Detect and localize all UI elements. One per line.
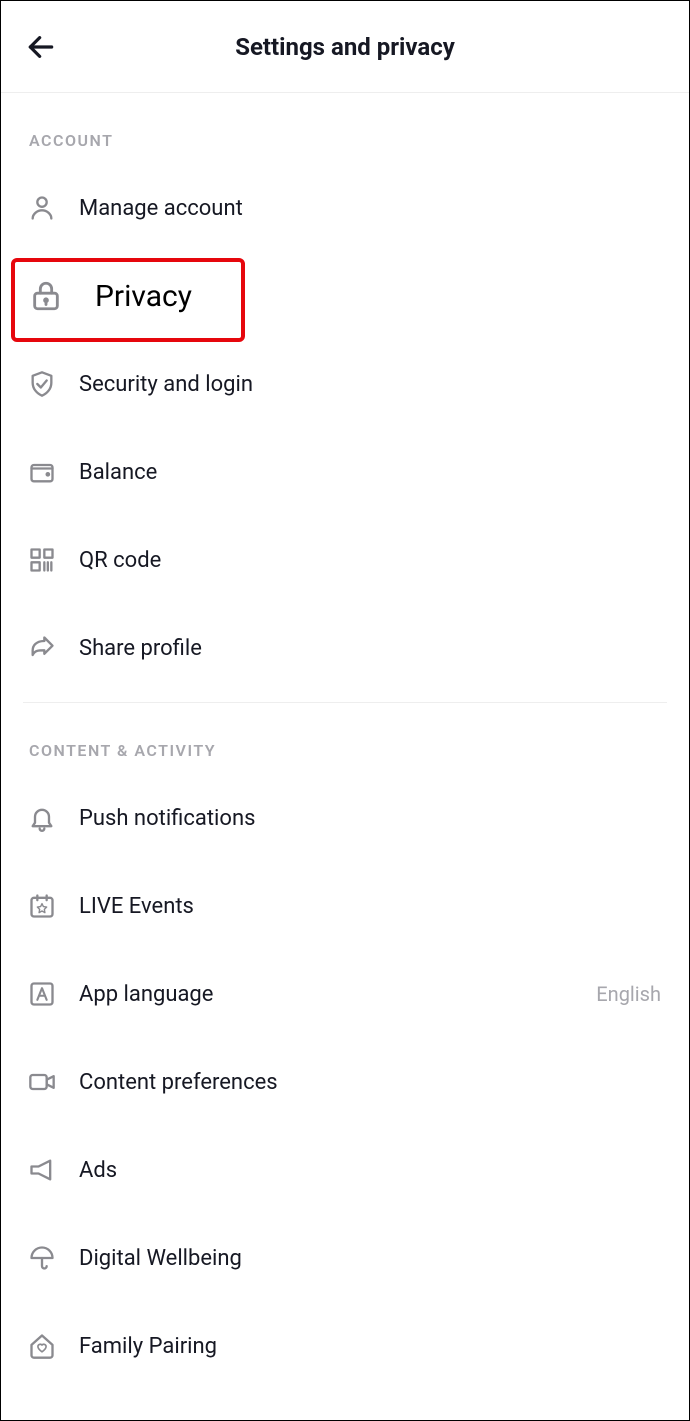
item-share-profile[interactable]: Share profile — [23, 604, 667, 692]
megaphone-icon — [27, 1155, 57, 1185]
item-app-language[interactable]: App language English — [23, 950, 667, 1038]
back-button[interactable] — [23, 29, 59, 65]
language-a-icon — [27, 979, 57, 1009]
item-privacy[interactable]: Privacy — [23, 252, 667, 340]
label-ads: Ads — [79, 1158, 667, 1183]
label-share-profile: Share profile — [79, 636, 667, 661]
label-privacy: Privacy — [95, 279, 667, 314]
qr-code-icon — [27, 545, 57, 575]
item-live-events[interactable]: LIVE Events — [23, 862, 667, 950]
section-title-content-activity: CONTENT & ACTIVITY — [23, 703, 667, 774]
content: ACCOUNT Manage account Privacy — [1, 93, 689, 1390]
back-arrow-icon — [25, 31, 57, 63]
label-security-login: Security and login — [79, 372, 667, 397]
label-live-events: LIVE Events — [79, 894, 667, 919]
page-title: Settings and privacy — [235, 33, 455, 61]
label-manage-account: Manage account — [79, 196, 667, 221]
umbrella-icon — [27, 1243, 57, 1273]
item-balance[interactable]: Balance — [23, 428, 667, 516]
bell-icon — [27, 803, 57, 833]
video-camera-icon — [27, 1067, 57, 1097]
item-security-login[interactable]: Security and login — [23, 340, 667, 428]
lock-icon — [29, 279, 63, 313]
item-digital-wellbeing[interactable]: Digital Wellbeing — [23, 1214, 667, 1302]
calendar-star-icon — [27, 891, 57, 921]
person-icon — [27, 193, 57, 223]
item-qr-code[interactable]: QR code — [23, 516, 667, 604]
label-family-pairing: Family Pairing — [79, 1334, 667, 1359]
item-ads[interactable]: Ads — [23, 1126, 667, 1214]
shield-check-icon — [27, 369, 57, 399]
label-qr-code: QR code — [79, 548, 667, 573]
wallet-icon — [27, 457, 57, 487]
label-balance: Balance — [79, 460, 667, 485]
label-app-language: App language — [79, 982, 596, 1007]
item-push-notifications[interactable]: Push notifications — [23, 774, 667, 862]
share-arrow-icon — [27, 633, 57, 663]
header: Settings and privacy — [1, 1, 689, 93]
item-family-pairing[interactable]: Family Pairing — [23, 1302, 667, 1390]
label-digital-wellbeing: Digital Wellbeing — [79, 1246, 667, 1271]
item-content-preferences[interactable]: Content preferences — [23, 1038, 667, 1126]
label-push-notifications: Push notifications — [79, 806, 667, 831]
value-app-language: English — [596, 982, 661, 1006]
label-content-preferences: Content preferences — [79, 1070, 667, 1095]
item-manage-account[interactable]: Manage account — [23, 164, 667, 252]
home-heart-icon — [27, 1331, 57, 1361]
section-title-account: ACCOUNT — [23, 93, 667, 164]
